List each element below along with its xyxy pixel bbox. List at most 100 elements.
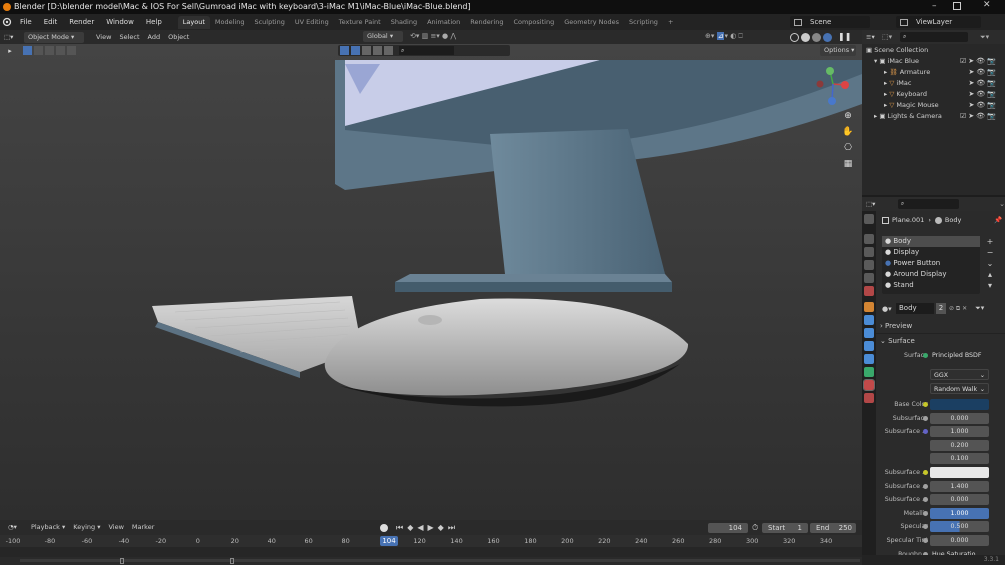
browse-material-icon[interactable]: ●▾ [882, 305, 896, 313]
filter-icon-1[interactable] [340, 46, 349, 55]
input-value-field[interactable]: 1.000 [930, 426, 989, 438]
material-slot[interactable]: ● Around Display [882, 269, 980, 280]
texture-tab-icon[interactable] [864, 393, 874, 403]
display-mode-icon[interactable]: ⬚▾ [882, 33, 900, 41]
zoom-icon[interactable]: ⊕ [842, 108, 854, 124]
tab-animation[interactable]: Animation [422, 16, 465, 29]
scroll-handle-left[interactable] [120, 558, 124, 564]
gizmo-overlay-icons[interactable]: ⊕▾ ⊿▾ ◐ ⎕ [705, 32, 785, 42]
input-socket-icon[interactable] [923, 402, 928, 407]
input-value-field[interactable] [930, 399, 989, 410]
pause-render-icon[interactable]: ❚❚ [838, 32, 851, 42]
outliner-filter-icon[interactable]: ⏷▾ [980, 33, 989, 42]
start-frame-field[interactable]: Start 1 [762, 523, 808, 533]
jump-start-button[interactable]: ⏮ [396, 523, 403, 533]
record-button[interactable] [380, 523, 388, 532]
material-shading-icon[interactable] [812, 32, 821, 42]
tab-rendering[interactable]: Rendering [465, 16, 508, 29]
play-button[interactable]: ▶ [428, 523, 434, 532]
input-value-field[interactable]: 0.000 [930, 494, 989, 506]
outliner-root[interactable]: ▣ Scene Collection [862, 45, 1005, 56]
input-value-field[interactable]: 1.000 [930, 507, 989, 519]
material-slot[interactable]: ● Power Button [882, 258, 980, 269]
pan-icon[interactable]: ✋ [842, 124, 854, 140]
remove-slot-button[interactable]: − [984, 247, 996, 258]
preview-panel-header[interactable]: › Preview [880, 321, 912, 332]
editor-type-icon[interactable]: ⬚▾ [0, 32, 20, 43]
minimize-button[interactable]: – [932, 2, 942, 12]
toolbar-toggle-icon[interactable]: ▸ [5, 45, 15, 56]
playhead-label[interactable]: 104 [380, 536, 398, 546]
modifier-tab-icon[interactable] [864, 315, 874, 325]
constraints-tab-icon[interactable] [864, 354, 874, 364]
data-tab-icon[interactable] [864, 367, 874, 377]
input-socket-icon[interactable] [923, 415, 928, 421]
tab-sculpting[interactable]: Sculpting [249, 16, 289, 29]
snap-pivot-icons[interactable]: ⟲▾ ▥ ≡▾ ● ⋀ [410, 32, 470, 42]
menu-window[interactable]: Window [100, 14, 140, 30]
input-socket-icon[interactable] [923, 470, 928, 475]
shading-modes[interactable]: ❚❚ [790, 31, 860, 43]
camera-view-icon[interactable]: ⎔ [842, 140, 854, 156]
timeline-menu-keying[interactable]: Keying ▾ [69, 522, 104, 533]
properties-options-icon[interactable]: ⌄ [999, 200, 1005, 208]
menu-render[interactable]: Render [63, 14, 100, 30]
input-socket-icon[interactable] [923, 483, 928, 489]
render-tab-icon[interactable] [864, 234, 874, 244]
transform-orientation[interactable]: Global ▾ [363, 31, 403, 42]
play-reverse-button[interactable]: ◀ [417, 523, 423, 532]
scene-tab-icon[interactable] [864, 273, 874, 283]
3d-viewport[interactable]: ▸ ⌕ Options ▾ ⊕ ✋ ⎔ ▦ [0, 44, 862, 520]
tab-texture-paint[interactable]: Texture Paint [334, 16, 386, 29]
link-dropdown-icon[interactable]: ⏷▾ [975, 304, 984, 313]
physics-tab-icon[interactable] [864, 341, 874, 351]
select-subtract-icon[interactable] [45, 46, 54, 55]
visibility-toggles[interactable]: ☑➤👁📷 ➤👁📷 ➤👁📷 ➤👁📷 ➤👁📷 ☑➤👁📷 [960, 56, 1002, 122]
ortho-toggle-icon[interactable]: ▦ [842, 156, 854, 172]
tab-scripting[interactable]: Scripting [624, 16, 663, 29]
move-slot-up-icon[interactable]: ▴ [984, 269, 996, 280]
rendered-shading-icon[interactable] [823, 32, 832, 42]
timeline-scrollbar[interactable] [20, 559, 860, 562]
viewport-menu-object[interactable]: Object [164, 32, 193, 43]
output-tab-icon[interactable] [864, 247, 874, 257]
solid-shading-icon[interactable] [801, 32, 810, 42]
tab-shading[interactable]: Shading [386, 16, 422, 29]
timeline-editor-type-icon[interactable]: ◔▾ [4, 522, 21, 533]
input-value-field[interactable] [930, 467, 989, 478]
move-slot-down-icon[interactable]: ▾ [984, 280, 996, 291]
properties-search-field[interactable]: ⌕ [897, 199, 960, 209]
select-extend-icon[interactable] [34, 46, 43, 55]
filter-icon-3[interactable] [362, 46, 371, 55]
viewport-menu-view[interactable]: View [92, 32, 115, 43]
distribution-dropdown[interactable]: GGX ⌄ [930, 369, 989, 380]
input-value-field[interactable]: 0.100 [930, 453, 989, 465]
input-socket-icon[interactable] [923, 510, 928, 516]
timeline-menu-marker[interactable]: Marker [128, 522, 158, 533]
timeline-menu-view[interactable]: View [104, 522, 127, 533]
select-invert-icon[interactable] [56, 46, 65, 55]
wireframe-shading-icon[interactable] [790, 32, 799, 42]
viewport-menu-select[interactable]: Select [115, 32, 143, 43]
menu-help[interactable]: Help [140, 14, 168, 30]
input-value-field[interactable]: 0.200 [930, 439, 989, 451]
surface-shader-field[interactable]: Principled BSDF [930, 350, 989, 361]
current-frame-field[interactable]: 104 [708, 523, 748, 533]
filter-icon-5[interactable] [384, 46, 393, 55]
slot-specials-icon[interactable]: ⌄ [984, 258, 996, 269]
end-frame-field[interactable]: End 250 [810, 523, 856, 533]
material-actions-icons[interactable]: ⊘ ⧉ ✕ [949, 305, 967, 313]
viewport-menu-add[interactable]: Add [144, 32, 165, 43]
filter-icon-2[interactable] [351, 46, 360, 55]
input-value-field[interactable]: 0.000 [930, 412, 989, 424]
tab-geometry-nodes[interactable]: Geometry Nodes [559, 16, 624, 29]
select-new-icon[interactable] [23, 46, 32, 55]
outliner-editor-type-icon[interactable]: ≡▾ [862, 32, 882, 43]
tool-tab-icon[interactable] [864, 214, 874, 224]
tab-layout[interactable]: Layout [177, 16, 210, 29]
material-slot[interactable]: ● Display [882, 247, 980, 258]
scroll-handle-right[interactable] [230, 558, 234, 564]
add-workspace-button[interactable]: + [663, 16, 678, 29]
input-socket-icon[interactable] [923, 538, 928, 543]
blender-menu-icon[interactable] [0, 14, 14, 30]
